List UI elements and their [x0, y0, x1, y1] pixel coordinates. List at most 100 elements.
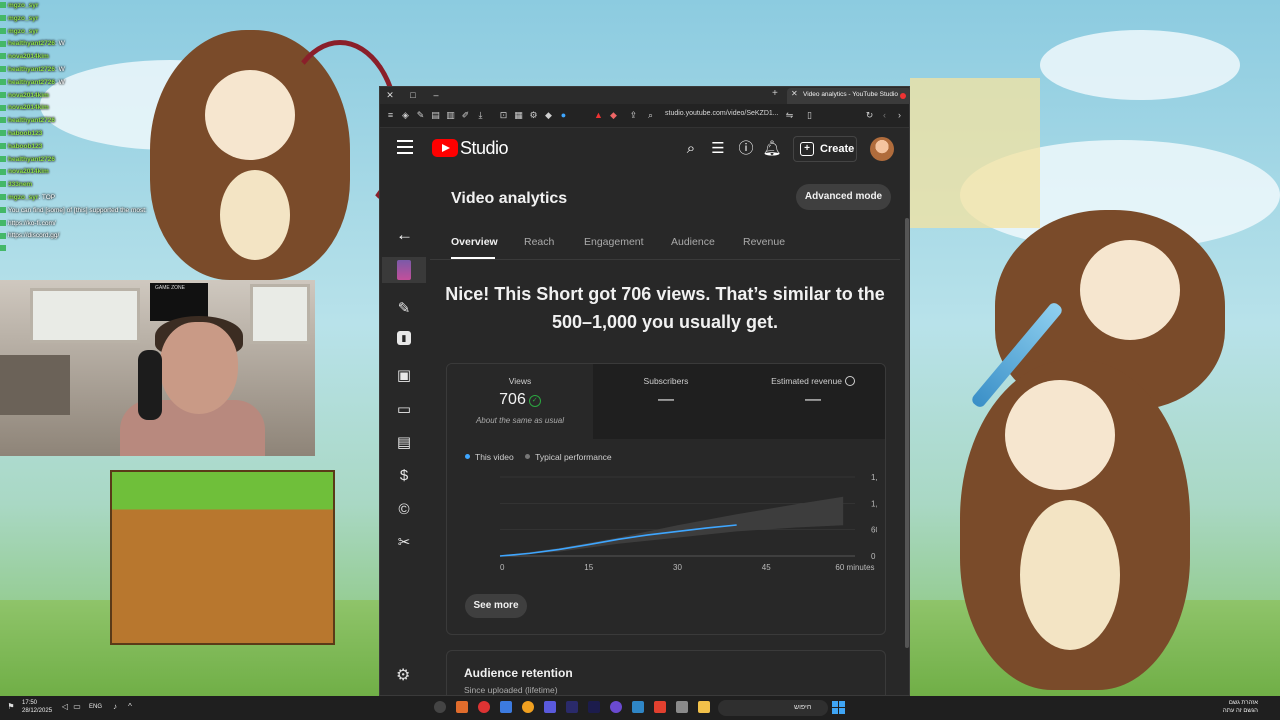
- tab-audience[interactable]: Audience: [671, 236, 715, 248]
- maximize-icon[interactable]: □: [407, 89, 419, 101]
- chat-username: healthyant2726: [8, 65, 55, 73]
- translate-icon[interactable]: ⇋: [784, 110, 795, 121]
- mic-icon[interactable]: ♪: [110, 702, 120, 712]
- warning-icon[interactable]: ▲: [593, 110, 604, 121]
- volume-icon[interactable]: ◁: [60, 702, 70, 712]
- app-icon[interactable]: [588, 701, 600, 713]
- monetization-dollar-icon[interactable]: $: [393, 465, 415, 487]
- app-icon[interactable]: [478, 701, 490, 713]
- share-icon[interactable]: ⇪: [628, 110, 639, 121]
- metric-estimated-revenue[interactable]: Estimated revenue —: [739, 364, 885, 439]
- chart-legend: This video Typical performance: [465, 452, 612, 462]
- weather-widget[interactable]: אזהרת גשם הגשם זה עתה: [1210, 699, 1258, 715]
- chat-username: mgzo_syr: [8, 2, 39, 9]
- y-tick-label: 1,800: [871, 473, 877, 482]
- app-icon[interactable]: [500, 701, 512, 713]
- notes-icon[interactable]: ▦: [513, 110, 524, 121]
- windows-start-icon[interactable]: [832, 701, 845, 714]
- tab-overview[interactable]: Overview: [451, 236, 498, 248]
- chat-username: healthyant2726: [8, 78, 55, 86]
- tab-video-analytics[interactable]: ✕ Video analytics - YouTube Studio: [787, 88, 909, 104]
- address-bar[interactable]: studio.youtube.com/video/SeKZD1...: [665, 110, 779, 117]
- metric-subscribers[interactable]: Subscribers —: [593, 364, 739, 439]
- legend-dot: [525, 454, 531, 459]
- app-icon[interactable]: [434, 701, 446, 713]
- app-icon[interactable]: [676, 701, 688, 713]
- analytics-icon[interactable]: ▮: [397, 331, 411, 345]
- wifi-icon[interactable]: ⚑: [6, 702, 16, 712]
- app-icon[interactable]: [632, 701, 644, 713]
- download-icon[interactable]: ⤓: [475, 110, 486, 121]
- back-arrow-icon[interactable]: ←: [396, 225, 413, 245]
- avatar[interactable]: [870, 137, 894, 161]
- webcam-feed: GAME ZONE: [0, 280, 315, 456]
- scissors-icon[interactable]: ✂: [393, 532, 415, 554]
- views-chart[interactable]: 0 600 1,200 1,800 0 15 30 45 60 minutes: [457, 469, 877, 579]
- taskbar-search[interactable]: חיפוש: [718, 700, 828, 716]
- app-icon[interactable]: [566, 701, 578, 713]
- minimize-icon[interactable]: –: [430, 89, 442, 101]
- comments-icon[interactable]: ▭: [393, 399, 415, 421]
- app-icon[interactable]: [456, 701, 468, 713]
- sidebar-icon[interactable]: ▥: [445, 110, 456, 121]
- shield-brave-icon[interactable]: ◆: [608, 110, 619, 121]
- create-label: Create: [820, 143, 855, 155]
- chevron-up-icon[interactable]: ^: [125, 702, 135, 712]
- sun-patch: [910, 78, 1040, 228]
- tab-reach[interactable]: Reach: [524, 236, 554, 248]
- advanced-mode-button[interactable]: Advanced mode: [796, 184, 891, 210]
- language-indicator[interactable]: ENG: [89, 704, 102, 710]
- bell-icon[interactable]: 🔔︎: [762, 139, 782, 159]
- app-icon[interactable]: [654, 701, 666, 713]
- puzzle-icon[interactable]: ⚙: [528, 110, 539, 121]
- bookmark-icon[interactable]: ▯: [804, 110, 815, 121]
- chat-text: : W: [54, 40, 65, 48]
- subtitles-icon[interactable]: ▤: [393, 432, 415, 454]
- forward-icon[interactable]: ›: [894, 110, 905, 121]
- reload-icon[interactable]: ↻: [864, 110, 875, 121]
- editor-clapper-icon[interactable]: ▣: [393, 365, 415, 387]
- chat-message: mgzo_syr: [0, 26, 240, 39]
- hamburger-menu-icon[interactable]: [397, 140, 413, 154]
- pen-icon[interactable]: ✐: [460, 110, 471, 121]
- app-icon[interactable]: [522, 701, 534, 713]
- back-icon[interactable]: ‹: [879, 110, 890, 121]
- tab-engagement[interactable]: Engagement: [584, 236, 644, 248]
- stack-icon[interactable]: ▤: [430, 110, 441, 121]
- edit-pencil-icon[interactable]: ✎: [393, 298, 415, 320]
- captions-icon[interactable]: ☰: [708, 139, 728, 159]
- side-nav: ← ✎ ▮ ▣ ▭ ▤ $ © ✂: [380, 170, 430, 695]
- metric-views[interactable]: Views 706 ✓ About the same as usual: [447, 364, 593, 439]
- scrollbar[interactable]: [905, 218, 909, 648]
- tab-revenue[interactable]: Revenue: [743, 236, 785, 248]
- shield-icon[interactable]: ◈: [400, 110, 411, 121]
- chat-username: healthyant2726: [8, 117, 55, 125]
- search-icon[interactable]: ⌕: [681, 139, 701, 159]
- create-button[interactable]: + Create: [793, 136, 857, 162]
- tab-close-icon[interactable]: ✕: [791, 89, 798, 98]
- app-icon[interactable]: [698, 701, 710, 713]
- y-tick-label: 1,200: [871, 499, 877, 508]
- tab-title: Video analytics - YouTube Studio: [803, 91, 899, 98]
- app-icon[interactable]: [544, 701, 556, 713]
- copyright-icon[interactable]: ©: [393, 499, 415, 521]
- app-icon[interactable]: [610, 701, 622, 713]
- screenshot-icon[interactable]: ⊡: [498, 110, 509, 121]
- see-more-button[interactable]: See more: [465, 594, 527, 618]
- taskbar: ⚑ 17:50 28/12/2025 ◁ ▭ ENG ♪ ^ חיפוש אזהר…: [0, 696, 1280, 720]
- menu-icon[interactable]: ≡: [385, 110, 396, 121]
- extension-icon[interactable]: ●: [558, 110, 569, 121]
- video-thumbnail[interactable]: [382, 257, 426, 283]
- pin-icon[interactable]: ✎: [415, 110, 426, 121]
- zoom-icon[interactable]: ⌕: [645, 110, 656, 121]
- audience-retention-card[interactable]: Audience retention Since uploaded (lifet…: [446, 650, 886, 695]
- clock[interactable]: 17:50 28/12/2025: [22, 699, 52, 715]
- new-tab-icon[interactable]: +: [772, 88, 778, 99]
- battery-icon[interactable]: ▭: [72, 702, 82, 712]
- help-icon[interactable]: ⓘ: [736, 139, 756, 159]
- diamond-icon[interactable]: ◆: [543, 110, 554, 121]
- chat-badge-icon: [0, 79, 6, 86]
- close-window-icon[interactable]: ✕: [384, 89, 396, 101]
- y-tick-label: 600: [871, 526, 877, 535]
- settings-gear-icon[interactable]: ⚙: [396, 665, 410, 685]
